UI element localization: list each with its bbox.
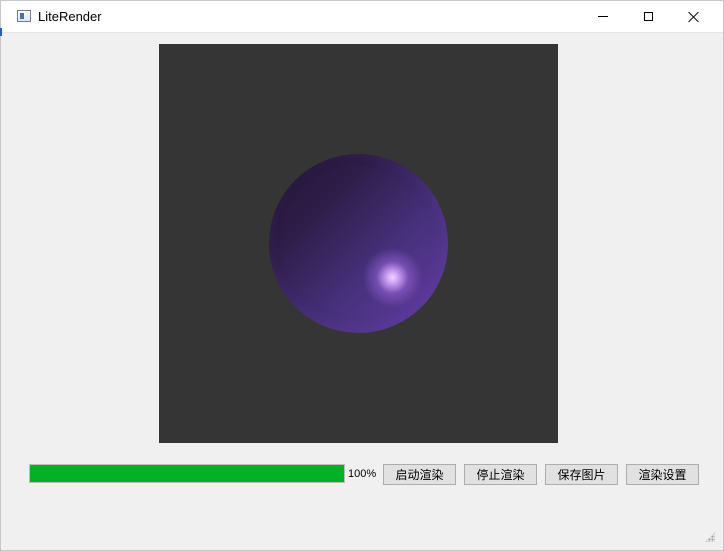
title-bar[interactable]: LiteRender: [1, 1, 723, 33]
window-title: LiteRender: [38, 9, 102, 24]
close-icon: [688, 11, 700, 23]
render-progress-bar: [29, 464, 345, 483]
close-button[interactable]: [671, 1, 717, 32]
maximize-button[interactable]: [625, 1, 671, 32]
progress-percent-label: 100%: [348, 468, 377, 480]
progress-fill: [30, 465, 344, 482]
stop-render-button[interactable]: 停止渲染: [464, 464, 537, 485]
rendered-sphere: [269, 154, 448, 333]
render-viewport: [159, 44, 558, 443]
minimize-icon: [598, 16, 608, 17]
app-window-icon: [17, 10, 31, 22]
edge-marker: [0, 28, 2, 36]
maximize-icon: [643, 12, 653, 21]
start-render-button[interactable]: 启动渲染: [383, 464, 456, 485]
render-settings-button[interactable]: 渲染设置: [626, 464, 699, 485]
save-image-button[interactable]: 保存图片: [545, 464, 618, 485]
minimize-button[interactable]: [580, 1, 626, 32]
resize-grip-icon[interactable]: [705, 532, 715, 542]
main-window: LiteRender 100% 启动渲染 停止渲染 保存图片 渲染设置: [0, 0, 724, 551]
